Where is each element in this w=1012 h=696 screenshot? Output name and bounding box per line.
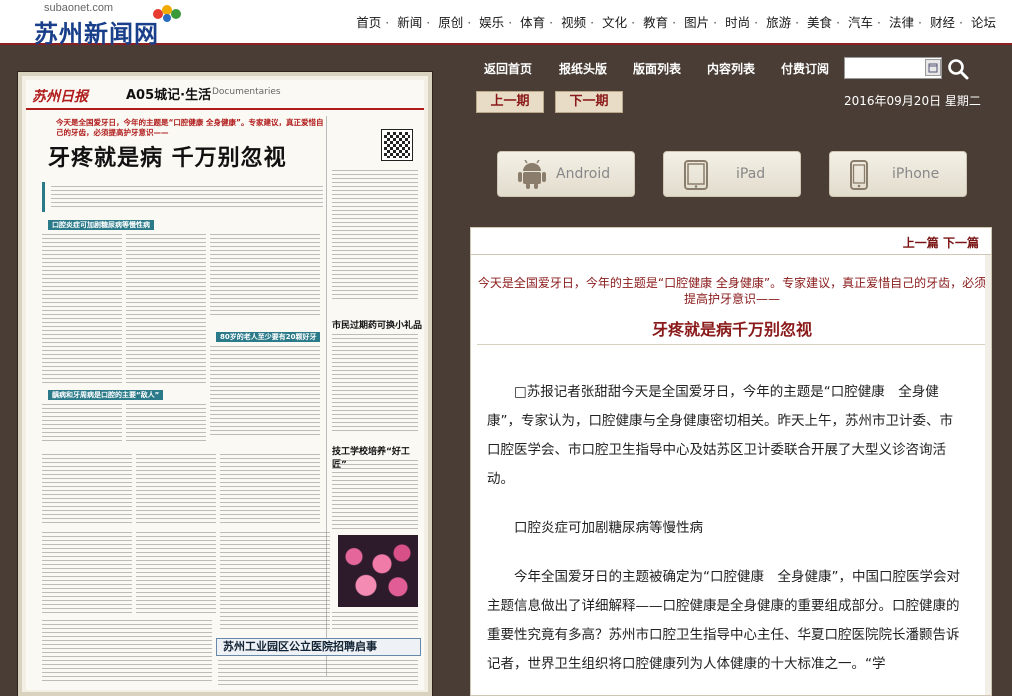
paper-photo[interactable]: [338, 535, 418, 607]
article-paragraph: 今年全国爱牙日的主题被确定为“口腔健康 全身健康”，中国口腔医学会对主题信息做出…: [487, 569, 960, 672]
issue-weekday: 星期二: [944, 94, 981, 108]
newspaper-page-frame[interactable]: 苏州日报 A05城记·生活 Documentaries 今天是全国爱牙日，今年的…: [18, 72, 432, 696]
next-issue-button[interactable]: 下一期: [555, 91, 623, 113]
tablet-icon: [684, 160, 708, 190]
logo-name: 苏州新闻网: [34, 20, 159, 48]
site-header: subaonet.com 苏州新闻网 首页 · 新闻 · 原创 · 娱乐 · 体育 · 视…: [0, 0, 1012, 48]
nav-item-news[interactable]: 新闻: [397, 15, 422, 30]
ipad-label: iPad: [736, 166, 766, 182]
nav-item-finance[interactable]: 财经: [930, 15, 955, 30]
nav-item-original[interactable]: 原创: [438, 15, 463, 30]
search-icon[interactable]: [946, 57, 970, 81]
site-logo[interactable]: subaonet.com 苏州新闻网: [30, 2, 200, 48]
nav-item-culture[interactable]: 文化: [602, 15, 627, 30]
paper-ad-title[interactable]: 苏州工业园区公立医院招聘启事: [216, 638, 421, 656]
nav-item-photos[interactable]: 图片: [684, 15, 709, 30]
link-home[interactable]: 返回首页: [484, 60, 532, 77]
paper-headline[interactable]: 牙疼就是病 千万别忽视: [48, 140, 287, 172]
paper-subhead-1[interactable]: 口腔炎症可加剧糖尿病等慢性病: [48, 220, 154, 230]
paper-masthead: 苏州日报 A05城记·生活 Documentaries: [26, 80, 424, 110]
nav-item-law[interactable]: 法律: [889, 15, 914, 30]
paper-subhead-4[interactable]: 市民过期药可换小礼品: [332, 318, 422, 331]
link-subscribe[interactable]: 付费订阅: [781, 60, 829, 77]
paper-brand: 苏州日报: [32, 89, 88, 105]
newspaper-page[interactable]: 苏州日报 A05城记·生活 Documentaries 今天是全国爱牙日，今年的…: [26, 80, 424, 690]
qr-code-icon: [381, 129, 413, 161]
nav-item-sports[interactable]: 体育: [520, 15, 545, 30]
paper-subhead-3[interactable]: 80岁的老人至少要有20颗好牙: [216, 332, 321, 342]
article-paragraph: □苏报记者张甜甜今天是全国爱牙日，今年的主题是“口腔健康 全身健康”，专家认为，…: [487, 384, 953, 487]
link-content-list[interactable]: 内容列表: [707, 60, 755, 77]
article-lead: 今天是全国爱牙日，今年的主题是“口腔健康 全身健康”。专家建议，真正爱惜自己的牙…: [477, 276, 987, 306]
paper-section-en: Documentaries: [212, 87, 281, 97]
article-body: □苏报记者张甜甜今天是全国爱牙日，今年的主题是“口腔健康 全身健康”，专家认为，…: [487, 378, 965, 695]
android-icon: [518, 160, 546, 189]
article-pager: 上一篇 下一篇: [903, 234, 979, 251]
article-pager-divider: [471, 254, 991, 255]
paper-lead[interactable]: 今天是全国爱牙日，今年的主题是“口腔健康 全身健康”。专家建议，真正爱惜自己的牙…: [56, 118, 326, 138]
prev-issue-button[interactable]: 上一期: [476, 91, 544, 113]
android-app-button[interactable]: Android: [497, 151, 635, 197]
next-article-link[interactable]: 下一篇: [943, 236, 979, 250]
article-title: 牙疼就是病千万别忽视: [651, 320, 812, 339]
android-label: Android: [556, 166, 611, 182]
nav-item-fashion[interactable]: 时尚: [725, 15, 750, 30]
nav-item-auto[interactable]: 汽车: [848, 15, 873, 30]
paper-section: A05城记·生活: [126, 88, 212, 103]
nav-item-entertainment[interactable]: 娱乐: [479, 15, 504, 30]
link-front-page[interactable]: 报纸头版: [559, 60, 607, 77]
article-panel: 上一篇 下一篇 今天是全国爱牙日，今年的主题是“口腔健康 全身健康”。专家建议，…: [470, 227, 992, 696]
iphone-label: iPhone: [892, 166, 940, 182]
nav-item-food[interactable]: 美食: [807, 15, 832, 30]
issue-date: 2016年09月20日 星期二: [844, 92, 981, 109]
phone-icon: [850, 160, 868, 190]
iphone-app-button[interactable]: iPhone: [829, 151, 967, 197]
nav-item-forum[interactable]: 论坛: [971, 15, 996, 30]
article-paragraph-subhead: 口腔炎症可加剧糖尿病等慢性病: [514, 520, 703, 536]
logo-domain: subaonet.com: [44, 2, 114, 14]
ipad-app-button[interactable]: iPad: [663, 151, 801, 197]
main-nav: 首页 · 新闻 · 原创 · 娱乐 · 体育 · 视频 · 文化 · 教育 · 图片 · 时尚 · …: [356, 15, 996, 30]
issue-date-value: 2016年09月20日: [844, 94, 942, 108]
link-page-list[interactable]: 版面列表: [633, 60, 681, 77]
nav-item-travel[interactable]: 旅游: [766, 15, 791, 30]
article-scrollbar[interactable]: [985, 255, 991, 695]
prev-article-link[interactable]: 上一篇: [903, 236, 939, 250]
paper-subhead-2[interactable]: 龋病和牙周病是口腔的主要“敌人”: [48, 390, 164, 400]
article-title-rule: [477, 344, 985, 345]
calendar-dropdown-icon[interactable]: [925, 59, 941, 76]
nav-item-education[interactable]: 教育: [643, 15, 668, 30]
nav-item-home[interactable]: 首页: [356, 15, 381, 30]
nav-item-video[interactable]: 视频: [561, 15, 586, 30]
paper-summary-box[interactable]: [42, 182, 327, 212]
